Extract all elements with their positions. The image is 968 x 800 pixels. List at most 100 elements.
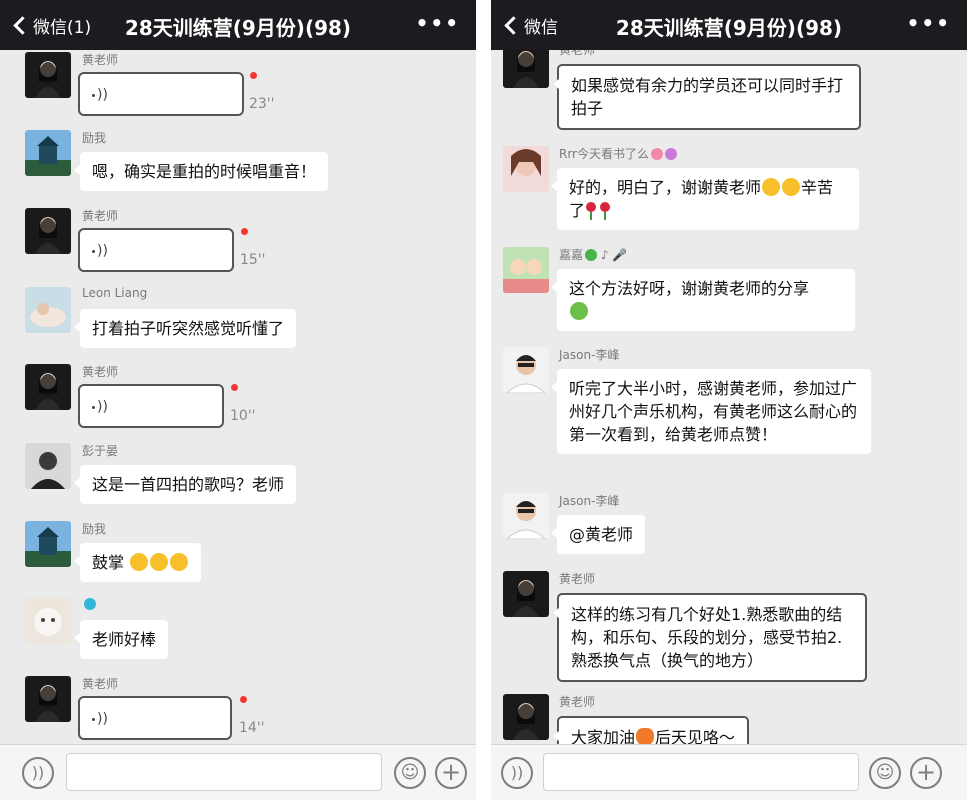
unread-dot (250, 72, 257, 79)
message-bubble[interactable]: 大家加油 后天见咯～ (552, 716, 750, 744)
message-bubble[interactable]: 这样的练习有几个好处1.熟悉歌曲的结构，和乐句、乐段的划分，感受节拍2.熟悉换气… (553, 593, 867, 682)
nav-bar: 微信(1) 28天训练营(9月份)(98) ••• (0, 0, 476, 50)
voice-wave-icon: )) (510, 763, 524, 782)
sender-name: 黄老师 (559, 572, 596, 586)
voice-wave-icon: )) (92, 87, 108, 103)
voice-message[interactable]: )) (78, 228, 234, 272)
kiss-emoji-icon (782, 178, 801, 196)
avatar[interactable] (503, 50, 549, 88)
sender-name: 黄老师 (82, 365, 119, 379)
sender-name: Jason-李峰 (559, 348, 620, 362)
message-text: 大家加油 (571, 728, 636, 744)
avatar[interactable] (503, 571, 549, 617)
sender-name: 励我 (82, 131, 107, 145)
message-bubble[interactable]: 如果感觉有余力的学员还可以同时手打拍子 (553, 64, 861, 130)
message-list[interactable]: 黄老师 如果感觉有余力的学员还可以同时手打拍子 Rrr今天看书了么 好的，明白了… (491, 50, 967, 744)
message-input[interactable] (66, 753, 382, 791)
message-text: 鼓掌 (92, 553, 125, 572)
voice-message[interactable]: )) (78, 72, 244, 116)
sender-name: 黄老师 (82, 677, 119, 691)
sender-name: Leon Liang (82, 286, 148, 300)
message-bubble[interactable]: 老师好棒 (73, 620, 169, 659)
heart-icon (636, 728, 655, 744)
message-bubble[interactable]: 好的，明白了，谢谢黄老师 辛苦了 (551, 168, 859, 230)
voice-message[interactable]: )) (78, 384, 224, 428)
flower-icon (651, 148, 663, 160)
sender-name: Rrr今天看书了么 (559, 145, 677, 162)
message-text: 好的，明白了，谢谢黄老师 (569, 178, 762, 197)
more-actions-button[interactable]: + (910, 757, 942, 789)
message-bubble[interactable]: 打着拍子听突然感觉听懂了 (73, 309, 297, 348)
chat-screen-left: 微信(1) 28天训练营(9月份)(98) ••• 黄老师 )) 23'' 励我… (0, 0, 476, 800)
brush-icon (665, 148, 677, 160)
voice-duration: 10'' (230, 408, 256, 424)
voice-duration: 23'' (249, 96, 275, 112)
rose-icon (586, 201, 598, 219)
sender-name: 黄老师 (559, 695, 596, 709)
message-bubble[interactable]: 嗯，确实是重拍的时候唱重音！ (73, 152, 329, 191)
avatar[interactable] (25, 130, 71, 176)
unread-dot (231, 384, 238, 391)
smile-emoji-icon (570, 302, 588, 320)
sender-name: 黄老师 (559, 50, 596, 57)
message-text: 这个方法好呀，谢谢黄老师的分享 (569, 279, 810, 298)
avatar[interactable] (503, 493, 549, 539)
message-bubble[interactable]: 这个方法好呀，谢谢黄老师的分享 (551, 269, 855, 331)
plus-icon: + (440, 758, 462, 786)
avatar[interactable] (25, 364, 71, 410)
sender-name: 励我 (82, 522, 107, 536)
emoji-icon: ☺ (875, 762, 895, 783)
emoji-button[interactable]: ☺ (869, 757, 901, 789)
message-input[interactable] (543, 753, 859, 791)
sender-name: 黄老师 (82, 53, 119, 67)
avatar[interactable] (25, 676, 71, 722)
message-bubble[interactable]: 鼓掌 (73, 543, 202, 582)
avatar[interactable] (503, 146, 549, 192)
message-text: 后天见咯～ (655, 728, 736, 744)
voice-wave-icon: )) (31, 763, 45, 782)
avatar[interactable] (25, 287, 71, 333)
voice-wave-icon: )) (92, 243, 108, 259)
plus-icon: + (915, 758, 937, 786)
avatar[interactable] (25, 208, 71, 254)
more-button[interactable]: ••• (907, 11, 951, 35)
input-toolbar: )) ☺ + (491, 744, 967, 800)
input-toolbar: )) ☺ + (0, 744, 476, 800)
voice-message[interactable]: )) (78, 696, 232, 740)
chat-screen-right: 微信 28天训练营(9月份)(98) ••• 黄老师 如果感觉有余力的学员还可以… (491, 0, 967, 800)
clover-icon (585, 249, 598, 261)
emoji-icon: ☺ (400, 762, 420, 783)
avatar[interactable] (25, 521, 71, 567)
avatar[interactable] (25, 52, 71, 98)
sender-text: 嘉嘉 (559, 248, 584, 262)
avatar[interactable] (503, 694, 549, 740)
message-list[interactable]: 黄老师 )) 23'' 励我 嗯，确实是重拍的时候唱重音！ 黄老师 )) 15'… (0, 50, 476, 744)
music-note-icon: ♪ (600, 248, 609, 262)
more-actions-button[interactable]: + (435, 757, 467, 789)
message-bubble[interactable]: @黄老师 (550, 515, 646, 554)
voice-wave-icon: )) (92, 399, 108, 415)
microphone-icon: 🎤 (612, 248, 628, 262)
message-bubble[interactable]: 这是一首四拍的歌吗？老师 (73, 465, 297, 504)
avatar[interactable] (25, 443, 71, 489)
voice-duration: 15'' (240, 252, 266, 268)
clap-emoji-icon (170, 553, 189, 571)
more-button[interactable]: ••• (416, 11, 460, 35)
avatar[interactable] (503, 247, 549, 293)
voice-toggle-button[interactable]: )) (501, 757, 533, 789)
clap-emoji-icon (130, 553, 149, 571)
sender-name: 嘉嘉 ♪ 🎤 (559, 246, 627, 263)
sender-name: 黄老师 (82, 209, 119, 223)
unread-dot (241, 228, 248, 235)
avatar[interactable] (25, 598, 71, 644)
sender-text: Rrr今天看书了么 (559, 147, 649, 161)
clap-emoji-icon (150, 553, 169, 571)
voice-toggle-button[interactable]: )) (22, 757, 54, 789)
voice-duration: 14'' (239, 720, 265, 736)
kiss-emoji-icon (762, 178, 781, 196)
fish-icon (84, 598, 96, 610)
emoji-button[interactable]: ☺ (394, 757, 426, 789)
avatar[interactable] (503, 347, 549, 393)
message-bubble[interactable]: 听完了大半小时，感谢黄老师，参加过广州好几个声乐机构，有黄老师这么耐心的第一次看… (551, 369, 871, 454)
sender-name (82, 597, 96, 611)
